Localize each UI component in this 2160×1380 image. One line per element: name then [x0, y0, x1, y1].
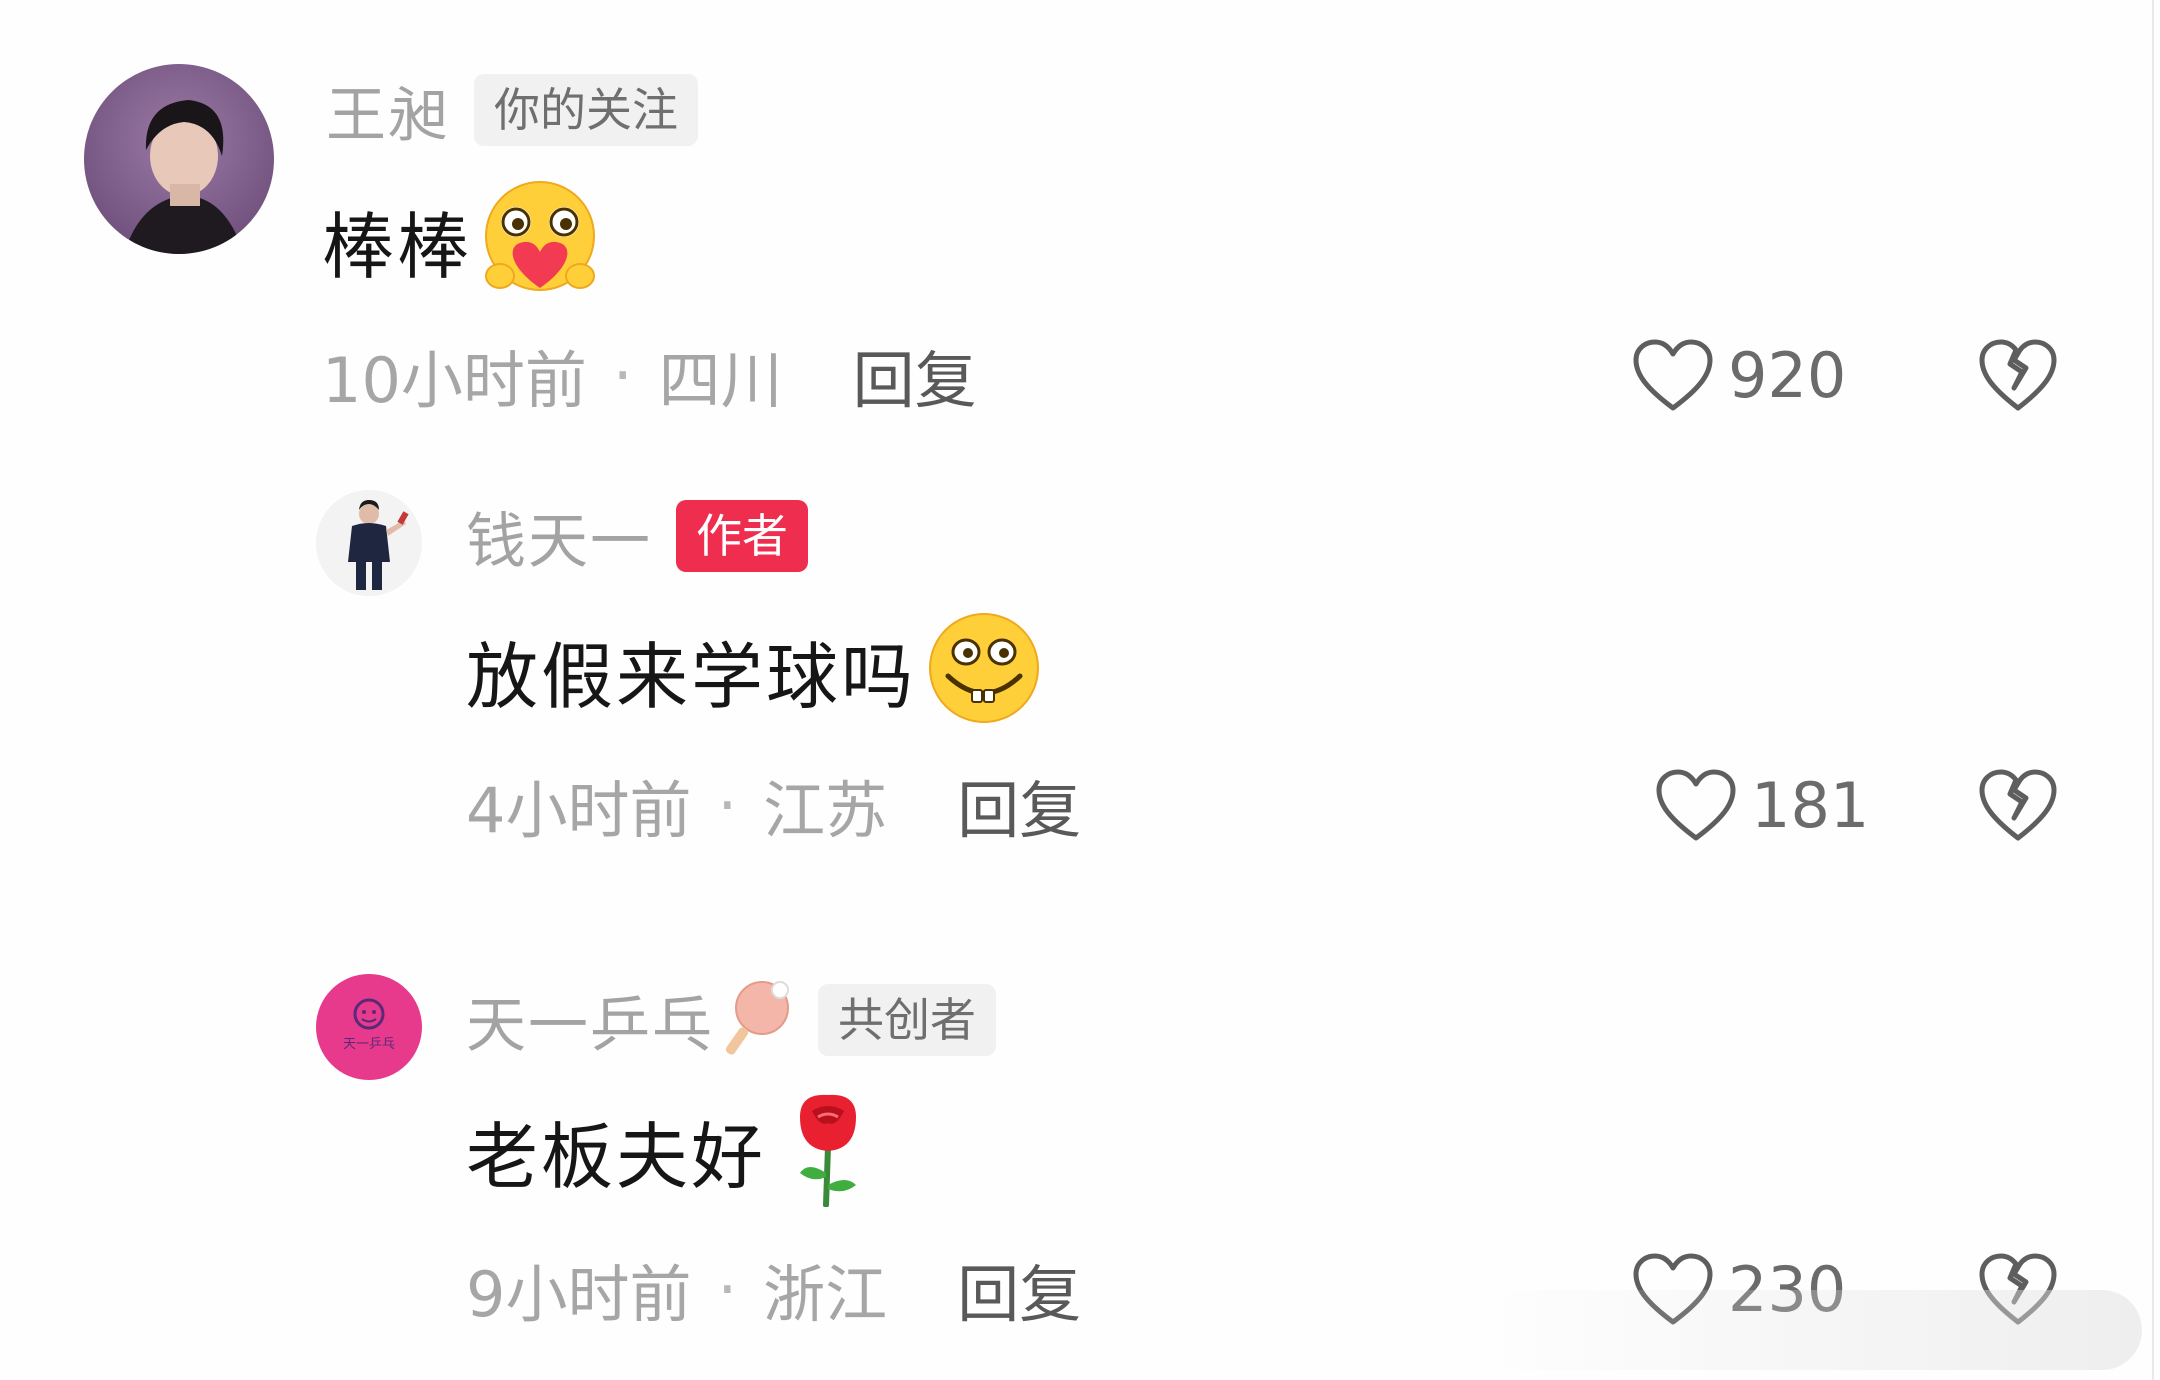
reply-button[interactable]: 回复	[957, 1244, 1081, 1334]
reply-button[interactable]: 回复	[957, 760, 1081, 850]
comment-text: 放假来学球吗	[466, 634, 917, 719]
comment-text: 棒棒	[322, 204, 473, 289]
rose-emoji-icon	[786, 1089, 870, 1211]
like-count: 181	[1751, 768, 1870, 842]
heart-hug-emoji-icon	[478, 180, 602, 300]
heart-icon	[1655, 768, 1737, 842]
watermark-overlay	[1482, 1290, 2142, 1370]
username[interactable]: 钱天一	[466, 493, 652, 580]
separator-dot: ·	[717, 768, 738, 842]
avatar[interactable]	[316, 490, 422, 596]
separator-dot: ·	[717, 1252, 738, 1326]
broken-heart-icon[interactable]	[1978, 768, 2058, 842]
comment-time: 4小时前	[466, 774, 692, 847]
comment-list: 王昶 你的关注 棒棒 10小时前 · 四川 回复 920 钱天一 作者 放假来学…	[0, 0, 2160, 1380]
comment-text: 老板夫好	[466, 1114, 767, 1199]
comment-time: 10小时前	[322, 344, 587, 417]
avatar[interactable]: 天一乒乓	[316, 974, 422, 1080]
author-tag: 作者	[676, 500, 808, 572]
comment-location: 江苏	[763, 774, 888, 847]
like-count: 920	[1728, 338, 1847, 412]
avatar[interactable]	[84, 64, 274, 254]
heart-icon	[1632, 338, 1714, 412]
comment-location: 浙江	[763, 1258, 888, 1331]
broken-heart-icon[interactable]	[1978, 338, 2058, 412]
co-creator-tag: 共创者	[818, 984, 996, 1056]
grinning-emoji-icon	[922, 610, 1046, 730]
username[interactable]: 王昶	[326, 67, 450, 154]
like-button[interactable]: 920	[1632, 330, 1846, 420]
ping-pong-paddle-icon	[720, 978, 794, 1062]
comment-location: 四川	[658, 344, 783, 417]
reply-button[interactable]: 回复	[853, 330, 977, 420]
comment-time: 9小时前	[466, 1258, 692, 1331]
like-button[interactable]: 181	[1655, 760, 1869, 850]
username[interactable]: 天一乒乓	[466, 977, 714, 1064]
following-tag: 你的关注	[474, 74, 698, 146]
scroll-edge	[2152, 0, 2154, 1380]
separator-dot: ·	[612, 338, 633, 412]
avatar-badge-text: 天一乒乓	[343, 1037, 395, 1052]
